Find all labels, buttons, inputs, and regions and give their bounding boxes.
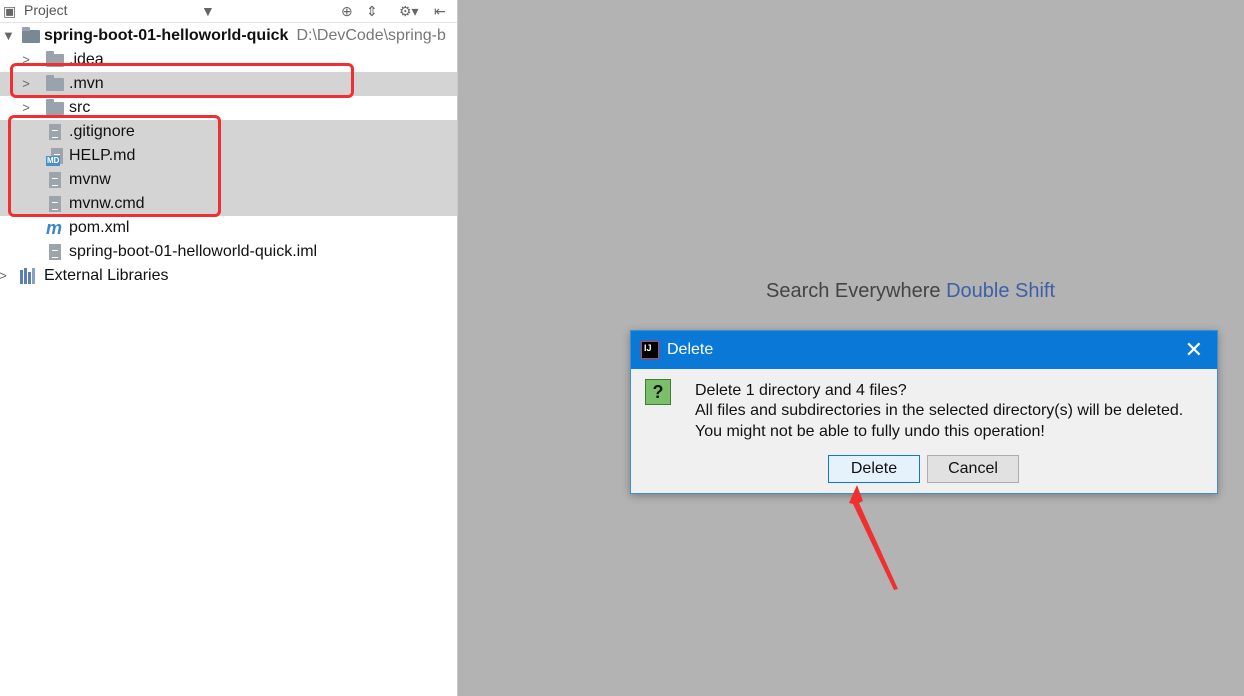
tree-item-external-libraries[interactable]: > External Libraries xyxy=(0,264,457,288)
locate-icon[interactable]: ⊕ xyxy=(341,3,353,19)
tree-item-pom-xml[interactable]: m pom.xml xyxy=(0,216,457,240)
library-icon xyxy=(20,268,38,284)
tree-item-label: spring-boot-01-helloworld-quick.iml xyxy=(69,243,318,260)
project-panel-header: ▣ Project ▼ ⊕ ⇕ ⚙▾ ⇤ xyxy=(0,0,457,23)
shortcut-key: Double Shift xyxy=(946,280,1056,302)
tree-root-row[interactable]: ▼ spring-boot-01-helloworld-quick D:\DevC… xyxy=(0,24,457,48)
dialog-message-line-1: Delete 1 directory and 4 files? xyxy=(695,382,907,399)
dialog-message-line-3: You might not be able to fully undo this… xyxy=(695,423,1045,440)
collapse-all-icon[interactable]: ⇕ xyxy=(366,3,378,19)
delete-dialog: Delete ✕ ? Delete 1 directory and 4 file… xyxy=(630,330,1218,494)
maven-icon: m xyxy=(46,218,63,238)
dialog-title-bar[interactable]: Delete ✕ xyxy=(631,331,1217,369)
project-panel-title[interactable]: Project xyxy=(24,2,68,18)
hide-panel-icon[interactable]: ⇤ xyxy=(434,3,446,19)
tree-item-label: pom.xml xyxy=(69,219,130,236)
search-everywhere-hint: Search Everywhere Double Shift xyxy=(766,280,1056,302)
dialog-title: Delete xyxy=(667,341,714,358)
dialog-message-line-2: All files and subdirectories in the sele… xyxy=(695,402,1184,419)
project-panel: ▣ Project ▼ ⊕ ⇕ ⚙▾ ⇤ ▼ spring-boot-01-he… xyxy=(0,0,458,696)
tree-root-path: D:\DevCode\spring-b xyxy=(296,27,446,44)
gear-icon[interactable]: ⚙▾ xyxy=(399,3,419,19)
chevron-down-icon[interactable]: ▼ xyxy=(2,24,15,48)
chevron-right-icon[interactable]: > xyxy=(0,264,9,288)
delete-button[interactable]: Delete xyxy=(828,455,920,483)
tree-item-label: External Libraries xyxy=(44,267,169,284)
tree-item-iml[interactable]: spring-boot-01-helloworld-quick.iml xyxy=(0,240,457,264)
close-icon[interactable]: ✕ xyxy=(1185,337,1203,363)
folder-icon xyxy=(46,99,64,115)
project-view-icon: ▣ xyxy=(3,3,17,19)
intellij-app-icon xyxy=(641,341,659,359)
annotation-box-files xyxy=(8,115,221,217)
module-folder-icon xyxy=(22,27,40,43)
tree-root-label: spring-boot-01-helloworld-quick D:\DevCod… xyxy=(44,27,446,44)
module-file-icon xyxy=(49,244,61,260)
view-dropdown-icon[interactable]: ▼ xyxy=(201,3,215,19)
question-icon: ? xyxy=(645,379,671,405)
cancel-button[interactable]: Cancel xyxy=(927,455,1019,483)
annotation-box-mvn xyxy=(10,63,354,98)
